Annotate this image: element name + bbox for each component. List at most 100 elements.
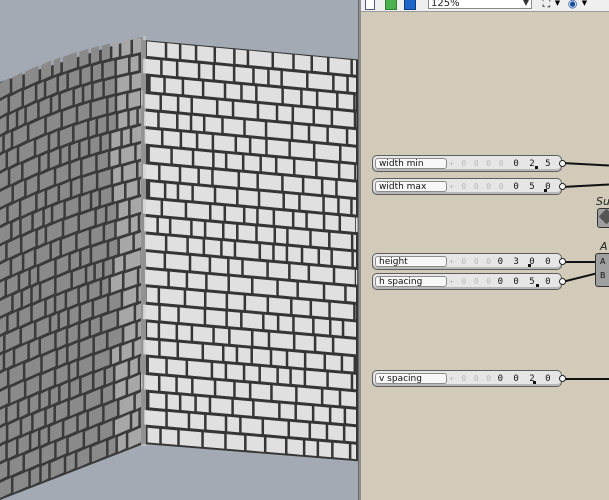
brick [337,180,356,198]
brick [137,321,141,338]
output-grip[interactable] [559,160,566,167]
brick [179,307,204,325]
slider-knob[interactable] [528,264,531,267]
rhino-viewport[interactable] [0,0,358,500]
brick [245,207,257,224]
zoom-level-combo[interactable]: 125% ▼ [428,0,532,9]
brick [223,118,244,135]
slider-width-max[interactable]: width max + 0 0 0 0 0 0 0 0 0 0 5 0 [372,178,566,195]
brick [117,93,127,112]
brick [272,350,286,367]
brick [307,213,323,230]
brick [343,356,354,372]
brick [241,417,262,435]
brick [214,328,229,344]
brick [178,324,191,341]
output-grip[interactable] [559,183,566,190]
slider-v-spacing[interactable]: v spacing + 0 0 0 0 0 0 0 0 0 0 0 2 0 [372,370,566,387]
brick [230,329,251,346]
brick [162,60,176,77]
brick [331,407,344,424]
new-document-icon[interactable] [365,0,376,10]
brick [161,95,177,112]
brick [335,268,355,285]
brick [192,220,204,237]
brick [136,303,141,321]
brick-wall-render [0,0,358,500]
brick [0,280,5,299]
brick [269,297,291,314]
brick [52,94,59,113]
slider-knob[interactable] [544,189,547,192]
brick [206,415,225,432]
brick [293,124,308,141]
brick [338,93,354,110]
output-grip[interactable] [559,278,566,285]
output-grip[interactable] [559,258,566,265]
brick [32,284,39,303]
brick [169,271,186,288]
brick [150,182,164,199]
brick [213,170,238,187]
brick [249,50,272,68]
slider-knob[interactable] [533,381,536,384]
brick [188,273,206,290]
brick [160,323,176,340]
brick [288,246,301,263]
slider-value: 0 0 5 0 [495,277,553,287]
brick [182,132,196,149]
brick [274,245,286,262]
brick [306,353,324,370]
save-icon[interactable] [404,0,416,10]
subtract-component[interactable] [597,208,609,228]
preview-dropdown-icon[interactable]: ▼ [579,0,590,9]
brick [0,407,6,426]
brick [228,294,244,311]
input-port-a[interactable]: A [600,257,605,266]
brick [227,311,241,328]
grasshopper-canvas[interactable]: 125% ▼ ⛶ ▼ ◉ ▼ Sub A A B width min + 0 0… [361,0,609,500]
brick [319,441,332,458]
brick [328,424,343,441]
brick [53,57,61,76]
addition-component-title: A [600,240,608,253]
brick [242,312,263,330]
brick [323,389,339,406]
input-port-b[interactable]: B [600,271,606,280]
slider-knob[interactable] [536,284,539,287]
brick [146,41,165,58]
brick [132,125,141,144]
zoom-extents-icon[interactable]: ⛶ [541,0,552,9]
slider-width-min[interactable]: width min + 0 0 0 0 0 0 0 0 0 0 2 5 [372,155,566,172]
brick [96,206,105,225]
slider-h-spacing[interactable]: h spacing + 0 0 0 0 0 0 0 0 0 0 0 5 0 [372,273,566,290]
brick [353,374,356,390]
brick [325,214,339,231]
brick [341,390,356,407]
brick [167,394,179,410]
preview-eye-icon[interactable]: ◉ [567,0,578,9]
slider-height[interactable]: height + 0 0 0 0 0 0 0 0 0 0 3 0 0 [372,253,566,270]
brick [312,301,329,318]
brick [0,443,6,462]
brick [150,76,164,93]
brick [300,195,323,212]
brick [102,277,109,296]
brick [290,264,308,281]
brick [95,261,103,280]
brick [128,90,141,109]
brick [92,190,99,209]
brick [308,73,333,91]
brick [139,267,141,284]
subtract-component-title: Sub [596,195,609,208]
brick [200,63,213,80]
addition-component[interactable]: A B [595,253,609,287]
open-file-icon[interactable] [385,0,397,10]
brick [112,346,120,365]
brick [353,252,356,268]
zoom-extents-dropdown-icon[interactable]: ▼ [552,0,563,9]
output-grip[interactable] [559,375,566,382]
slider-knob[interactable] [535,166,538,169]
brick [186,290,204,307]
brick [130,215,138,233]
